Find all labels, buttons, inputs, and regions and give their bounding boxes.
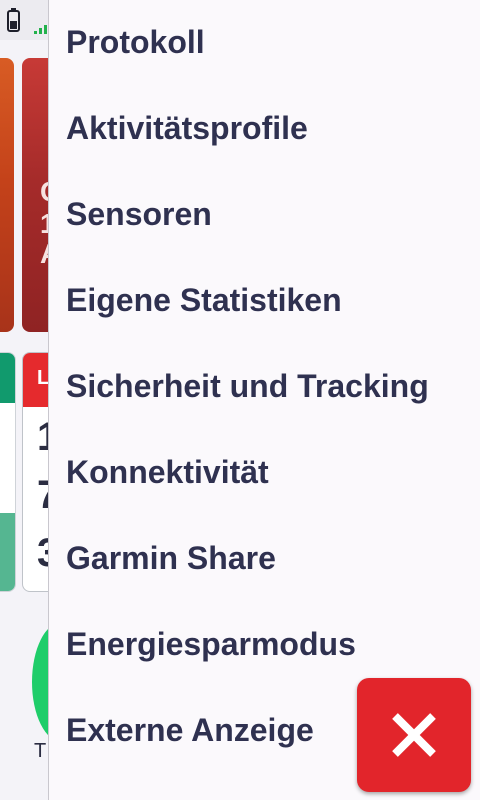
card-green-strip [0, 353, 15, 403]
background-card-green [0, 352, 16, 592]
menu-item-sensoren[interactable]: Sensoren [66, 184, 466, 244]
close-button[interactable] [357, 678, 471, 792]
status-bar [0, 0, 48, 40]
battery-icon [7, 8, 20, 32]
card-green-bottom [0, 513, 15, 591]
menu-item-protokoll[interactable]: Protokoll [66, 12, 466, 72]
signal-icon [34, 25, 47, 34]
close-icon [392, 713, 436, 757]
background-bottom-letter: T [34, 740, 47, 762]
menu-item-konnektivitaet[interactable]: Konnektivität [66, 442, 466, 502]
menu-item-aktivitaetsprofile[interactable]: Aktivitätsprofile [66, 98, 466, 158]
menu-item-garmin-share[interactable]: Garmin Share [66, 528, 466, 588]
menu-item-energiesparmodus[interactable]: Energiesparmodus [66, 614, 466, 674]
background-card-orange [0, 58, 14, 332]
menu-item-sicherheit-und-tracking[interactable]: Sicherheit und Tracking [66, 356, 466, 416]
menu-item-eigene-statistiken[interactable]: Eigene Statistiken [66, 270, 466, 330]
device-screen: C 1 A L 1 7 3 T Protokoll Aktivitätsprof… [0, 0, 480, 800]
